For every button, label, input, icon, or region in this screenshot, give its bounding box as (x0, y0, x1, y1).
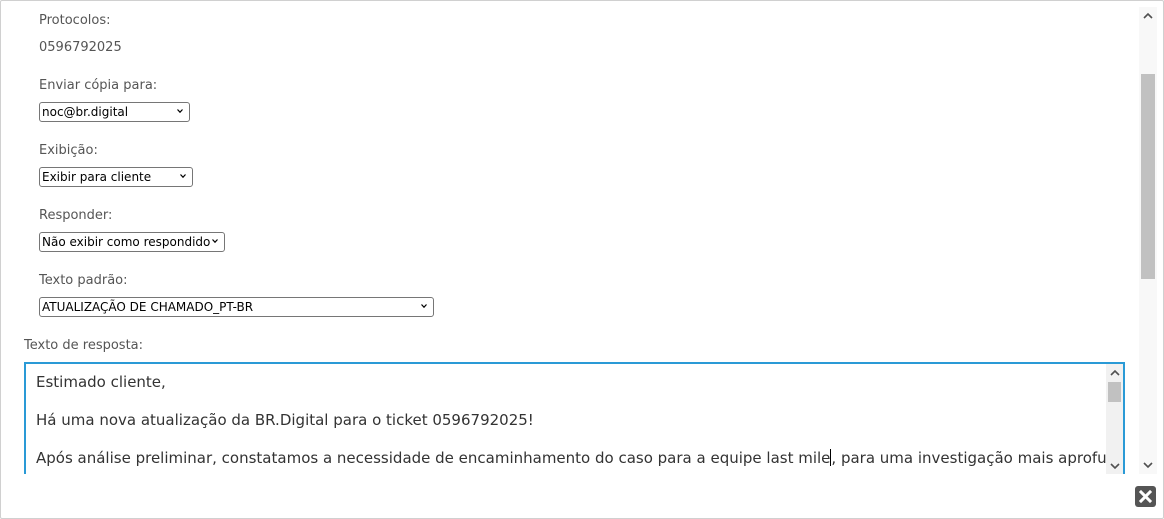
reply-line-analysis-part2: , para uma investigação mais aprofundada… (831, 449, 1123, 467)
scroll-down-arrow-icon[interactable] (1110, 462, 1120, 470)
close-icon (1138, 489, 1153, 504)
copia-select[interactable]: noc@br.digital (39, 102, 190, 122)
copia-label: Enviar cópia para: (39, 78, 158, 93)
protocolos-value: 0596792025 (39, 40, 122, 55)
chevron-down-icon (421, 304, 427, 309)
responder-label: Responder: (39, 208, 113, 223)
textarea-scrollbar-thumb[interactable] (1108, 382, 1121, 402)
dialog-scrollbar[interactable] (1139, 7, 1157, 474)
texto-padrao-select-value: ATUALIZAÇÃO DE CHAMADO_PT-BR (42, 300, 254, 314)
responder-select-value: Não exibir como respondido (42, 235, 211, 249)
protocolos-label: Protocolos: (39, 13, 111, 28)
reply-line-greeting: Estimado cliente, (36, 373, 166, 391)
reply-line-analysis-part1: Após análise preliminar, constatamos a n… (36, 449, 831, 467)
reply-dialog: Protocolos: 0596792025 Enviar cópia para… (0, 0, 1164, 519)
exibicao-label: Exibição: (39, 143, 98, 158)
scroll-up-arrow-icon[interactable] (1110, 369, 1120, 377)
chevron-down-icon (177, 109, 183, 114)
responder-select[interactable]: Não exibir como respondido (39, 232, 225, 252)
reply-line-ticket: Há uma nova atualização da BR.Digital pa… (36, 411, 534, 429)
scroll-down-arrow-icon[interactable] (1143, 461, 1153, 469)
copia-select-value: noc@br.digital (42, 105, 129, 119)
reply-line-analysis: Após análise preliminar, constatamos a n… (36, 449, 1123, 467)
chevron-down-icon (212, 239, 218, 244)
chevron-down-icon (180, 174, 186, 179)
scroll-up-arrow-icon[interactable] (1143, 12, 1153, 20)
texto-padrao-select[interactable]: ATUALIZAÇÃO DE CHAMADO_PT-BR (39, 297, 434, 317)
close-button[interactable] (1135, 486, 1156, 507)
reply-textarea[interactable]: Estimado cliente, Há uma nova atualizaçã… (24, 362, 1125, 474)
texto-resposta-label: Texto de resposta: (24, 338, 144, 353)
exibicao-select[interactable]: Exibir para cliente (39, 167, 193, 187)
dialog-scrollbar-thumb[interactable] (1141, 74, 1155, 279)
texto-padrao-label: Texto padrão: (39, 273, 128, 288)
exibicao-select-value: Exibir para cliente (42, 170, 152, 184)
textarea-scrollbar[interactable] (1106, 364, 1123, 474)
